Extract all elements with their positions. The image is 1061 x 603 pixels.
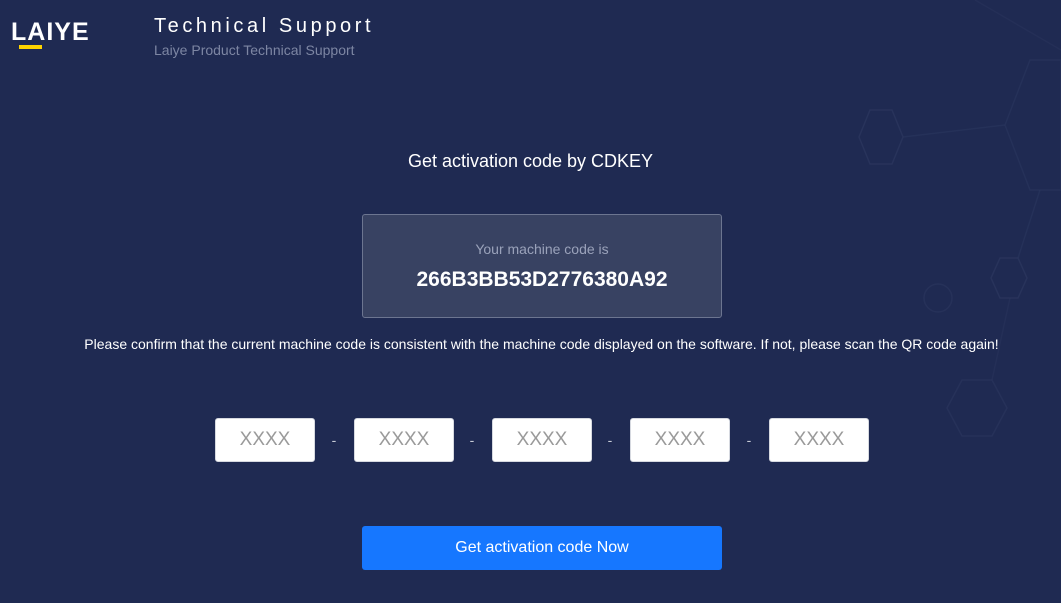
cdkey-separator: - bbox=[746, 432, 752, 448]
page: LAIYE Technical Support Laiye Product Te… bbox=[0, 0, 1061, 603]
cdkey-input-4[interactable] bbox=[630, 418, 730, 462]
cdkey-separator: - bbox=[469, 432, 475, 448]
machine-code-label: Your machine code is bbox=[475, 241, 609, 257]
laiye-logo: LAIYE bbox=[11, 18, 90, 46]
header-title: Technical Support bbox=[154, 15, 375, 37]
cdkey-input-2[interactable] bbox=[354, 418, 454, 462]
machine-code-panel: Your machine code is 266B3BB53D2776380A9… bbox=[362, 214, 722, 318]
cdkey-separator: - bbox=[607, 432, 613, 448]
confirm-instruction: Please confirm that the current machine … bbox=[84, 336, 999, 352]
header: Technical Support Laiye Product Technica… bbox=[154, 14, 374, 59]
header-subtitle: Laiye Product Technical Support bbox=[154, 42, 355, 58]
cdkey-input-5[interactable] bbox=[769, 418, 869, 462]
cdkey-separator: - bbox=[331, 432, 337, 448]
get-activation-code-button[interactable]: Get activation code Now bbox=[362, 526, 722, 570]
machine-code-value: 266B3BB53D2776380A92 bbox=[416, 268, 668, 291]
cdkey-input-3[interactable] bbox=[492, 418, 592, 462]
logo-accent-bar bbox=[19, 45, 42, 49]
cdkey-input-1[interactable] bbox=[215, 418, 315, 462]
page-heading: Get activation code by CDKEY bbox=[407, 151, 654, 171]
